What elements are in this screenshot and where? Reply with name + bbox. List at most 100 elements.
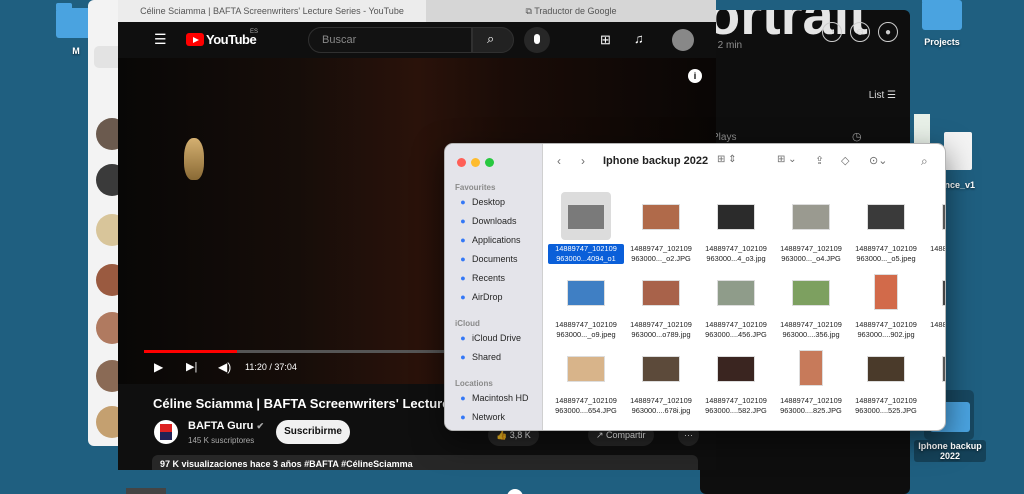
tab-google-translate[interactable]: ⧉ Traductor de Google (426, 0, 716, 22)
image-thumbnail (642, 356, 680, 382)
youtube-logo-text[interactable]: YouTube (206, 32, 257, 47)
minimize-window-button[interactable] (471, 158, 480, 167)
file-item[interactable]: 14889747_102109 963000....654.JPG (548, 338, 624, 416)
backup-folder-label: Iphone backup 2022 (914, 440, 986, 462)
file-item[interactable]: 14889747_102109963000... (923, 186, 945, 264)
sidebar-item-icloud-drive[interactable]: ● iCloud Drive (451, 330, 537, 346)
actions-icon[interactable]: ⊙⌄ (869, 154, 887, 167)
sidebar-item-desktop[interactable]: ● Desktop (451, 194, 537, 210)
info-icon[interactable]: i (688, 69, 702, 83)
sidebar-item-airdrop[interactable]: ● AirDrop (451, 289, 537, 305)
file-item[interactable]: 14889747_102109 963000....902.jpg (848, 262, 924, 340)
menu-icon[interactable]: ☰ (154, 31, 167, 48)
file-item[interactable]: 14889747_102109 963000..._o5.jpeg (848, 186, 924, 264)
file-name: 14889747_102109 963000...4_o3.jpg (698, 244, 774, 264)
file-item[interactable]: 14889747_102109 963000....825.JPG (773, 338, 849, 416)
file-icon[interactable] (944, 132, 972, 170)
file-name-line2: 37465 (923, 406, 945, 416)
group-by-icon[interactable]: ⊞ ⌄ (777, 154, 797, 165)
video-description[interactable]: 97 K visualizaciones hace 3 años #BAFTA … (152, 455, 698, 470)
create-video-icon[interactable]: ⊞ (600, 32, 611, 48)
file-name-line1: 14889747_102109 (630, 396, 692, 405)
notifications-bell-icon[interactable]: ♫ (634, 31, 644, 46)
sidebar-item-label: AirDrop (472, 292, 503, 302)
share-icon[interactable]: ⇪ (815, 154, 824, 167)
file-item[interactable]: 14889747_102109 963000..._o9.jpeg (548, 262, 624, 340)
finder-window[interactable]: Favourites ● Desktop ● Downloads ● Applicatio… (444, 143, 946, 431)
image-thumbnail (642, 280, 680, 306)
file-item[interactable]: 14889747_102109 963000....678i.jpg (623, 338, 699, 416)
list-view-toggle[interactable]: List ☰ (869, 90, 896, 101)
translate-icon: ⧉ (525, 6, 535, 16)
home-indicator (507, 489, 523, 494)
sidebar-item-documents[interactable]: ● Documents (451, 251, 537, 267)
file-item[interactable]: 14889747_102109 963000...4_o3.jpg (698, 186, 774, 264)
sidebar-item-macintosh-hd[interactable]: ● Macintosh HD (451, 390, 537, 406)
subscriber-count: 145 K suscriptores (188, 436, 255, 445)
applications-icon: ● (460, 235, 466, 245)
video-title: Céline Sciamma | BAFTA Screenwriters' Le… (153, 396, 475, 411)
youtube-logo-icon[interactable] (186, 33, 204, 46)
sidebar-item-applications[interactable]: ● Applications (451, 232, 537, 248)
file-item[interactable]: 14889747_102109 963000...4094_o1 (548, 186, 624, 264)
file-name: 14889747_102109 963000...o789.jpg (623, 320, 699, 340)
tab-youtube[interactable]: Céline Sciamma | BAFTA Screenwriters' Le… (118, 0, 426, 22)
file-item[interactable]: 14889747_102109 963000....356.jpg (773, 262, 849, 340)
search-button[interactable]: ⌕ (472, 27, 514, 53)
channel-name[interactable]: BAFTA Guru ✔ (188, 420, 264, 432)
sidebar-item-label: Downloads (472, 216, 517, 226)
volume-icon[interactable]: ◀) (218, 360, 231, 374)
file-item[interactable]: 14889747_102109 963000..._o2.JPG (623, 186, 699, 264)
file-item[interactable]: 14889747_102109 963000..._o4.JPG (773, 186, 849, 264)
projects-folder-icon[interactable] (922, 0, 962, 30)
next-icon[interactable]: ▶| (186, 360, 197, 373)
view-mode-icon[interactable]: ⊞ ⇕ (717, 154, 737, 165)
file-name-line1: 14889747_102109 (930, 320, 945, 329)
sidebar-item-shared[interactable]: ● Shared (451, 349, 537, 365)
sidebar-item-network[interactable]: ● Network (451, 409, 537, 425)
sidebar-item-label: Macintosh HD (472, 393, 529, 403)
file-name: 14889747_102109 963000....678i.jpg (623, 396, 699, 416)
forward-button[interactable]: › (581, 154, 585, 168)
file-name-line1: 14889747_102109 (780, 396, 842, 405)
voice-search-button[interactable] (524, 27, 550, 53)
image-thumbnail (567, 356, 605, 382)
profile-icon[interactable]: ● (878, 22, 898, 42)
user-avatar[interactable] (672, 29, 694, 51)
search-icon[interactable]: ⌕ (921, 154, 928, 169)
sidebar-item-label: Shared (472, 352, 502, 362)
file-item[interactable]: 20157337465 (923, 338, 945, 416)
image-thumbnail (717, 204, 755, 230)
file-name: 14889747_102109 963000....902.jpg (848, 320, 924, 340)
youtube-header: ☰ YouTube ES Buscar ⌕ ⊞ ♫ (118, 22, 716, 58)
recents-icon: ● (460, 273, 466, 283)
play-icon[interactable]: ▶ (154, 360, 163, 374)
desktop-icon: ● (460, 197, 466, 207)
file-name-line1: 14889747_102109 (555, 320, 617, 329)
back-button[interactable]: ‹ (557, 154, 561, 168)
friends-icon[interactable]: ☺ (850, 22, 870, 42)
image-thumbnail (717, 280, 755, 306)
close-window-button[interactable] (457, 158, 466, 167)
file-name-line1: 14889747_102109 (630, 320, 692, 329)
channel-avatar[interactable] (154, 420, 178, 444)
list-label: List (868, 90, 885, 101)
file-item[interactable]: 14889747_102109 963000....525.JPG (848, 338, 924, 416)
file-name-line2: 963000....825.JPG (780, 406, 842, 415)
search-input[interactable]: Buscar (308, 27, 472, 53)
network-icon: ● (460, 412, 466, 422)
green-file-icon[interactable] (914, 114, 930, 144)
dock-thumbnail[interactable] (126, 488, 166, 494)
bell-icon[interactable]: ◔ (822, 22, 842, 42)
file-item[interactable]: 14889747_102109 963000....456.JPG (698, 262, 774, 340)
sidebar-item-downloads[interactable]: ● Downloads (451, 213, 537, 229)
file-item[interactable]: 14889747_102109 963000...o789.jpg (623, 262, 699, 340)
tag-icon[interactable]: ◇ (841, 154, 849, 167)
image-thumbnail (942, 280, 945, 306)
tab-youtube-label: Céline Sciamma | BAFTA Screenwriters' Le… (140, 6, 404, 16)
file-item[interactable]: 14889747_102109 963000....582.JPG (698, 338, 774, 416)
subscribe-button[interactable]: Suscribirme (276, 420, 350, 444)
sidebar-item-recents[interactable]: ● Recents (451, 270, 537, 286)
file-item[interactable]: 14889747_102109963000... (923, 262, 945, 340)
zoom-window-button[interactable] (485, 158, 494, 167)
